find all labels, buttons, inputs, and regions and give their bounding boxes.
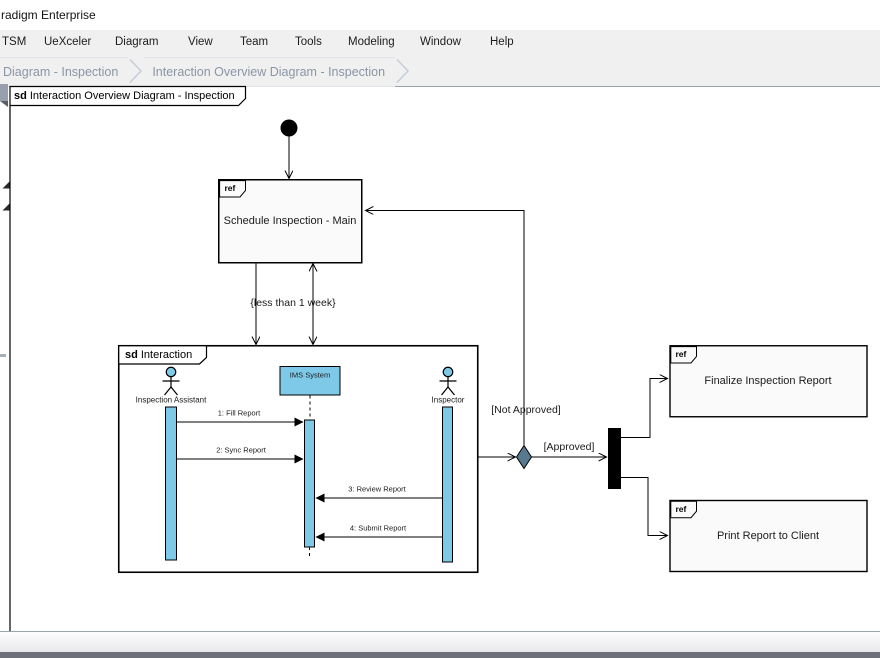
message-label-3[interactable]: 3: Review Report (348, 485, 406, 494)
activation-inspector[interactable] (443, 407, 453, 562)
activation-ims-system[interactable] (305, 420, 315, 547)
finalize-ref-label: Finalize Inspection Report (704, 375, 831, 387)
offscreen-marker-icon (0, 354, 6, 357)
actor-inspection-assistant[interactable] (163, 367, 180, 395)
guard-not-approved[interactable]: [Not Approved] (491, 404, 560, 416)
activation-inspection-assistant[interactable] (166, 407, 177, 560)
initial-node[interactable] (281, 120, 298, 137)
message-label-2[interactable]: 2: Sync Report (216, 446, 266, 455)
print-ref-label: Print Report to Client (717, 530, 819, 542)
ref-keyword: ref (676, 349, 687, 359)
edge-fork-to-finalize[interactable] (621, 379, 667, 438)
frame-keyword: sd (14, 90, 27, 102)
visual-paradigm-window: radigm Enterprise TSM UeXceler Diagram V… (0, 0, 880, 658)
guard-approved[interactable]: [Approved] (544, 441, 595, 453)
duration-constraint-label[interactable]: {less than 1 week} (250, 297, 335, 309)
panel-corner-handle (0, 84, 8, 101)
schedule-ref-label: Schedule Inspection - Main (224, 215, 357, 227)
message-label-1[interactable]: 1: Fill Report (218, 409, 261, 418)
ref-keyword: ref (676, 504, 687, 514)
offscreen-marker-icon (3, 204, 10, 211)
fork-bar[interactable] (608, 428, 621, 489)
ref-keyword: ref (225, 183, 236, 193)
panel-corner-arrow-icon (0, 101, 8, 107)
edge-fork-to-print[interactable] (621, 478, 667, 536)
decision-node[interactable] (517, 446, 532, 469)
diagram-frame-title: sdInteraction Overview Diagram - Inspect… (14, 90, 235, 102)
actor-inspector[interactable] (440, 367, 457, 395)
actor-label-inspection-assistant: Inspection Assistant (136, 396, 207, 405)
message-label-4[interactable]: 4: Submit Report (350, 524, 406, 533)
interaction-frame-title: sdInteraction (125, 349, 192, 361)
interaction-keyword: sd (125, 349, 138, 361)
offscreen-marker-icon (3, 182, 10, 189)
actor-label-inspector: Inspector (432, 396, 465, 405)
ims-system-label: IMS System (290, 371, 330, 380)
